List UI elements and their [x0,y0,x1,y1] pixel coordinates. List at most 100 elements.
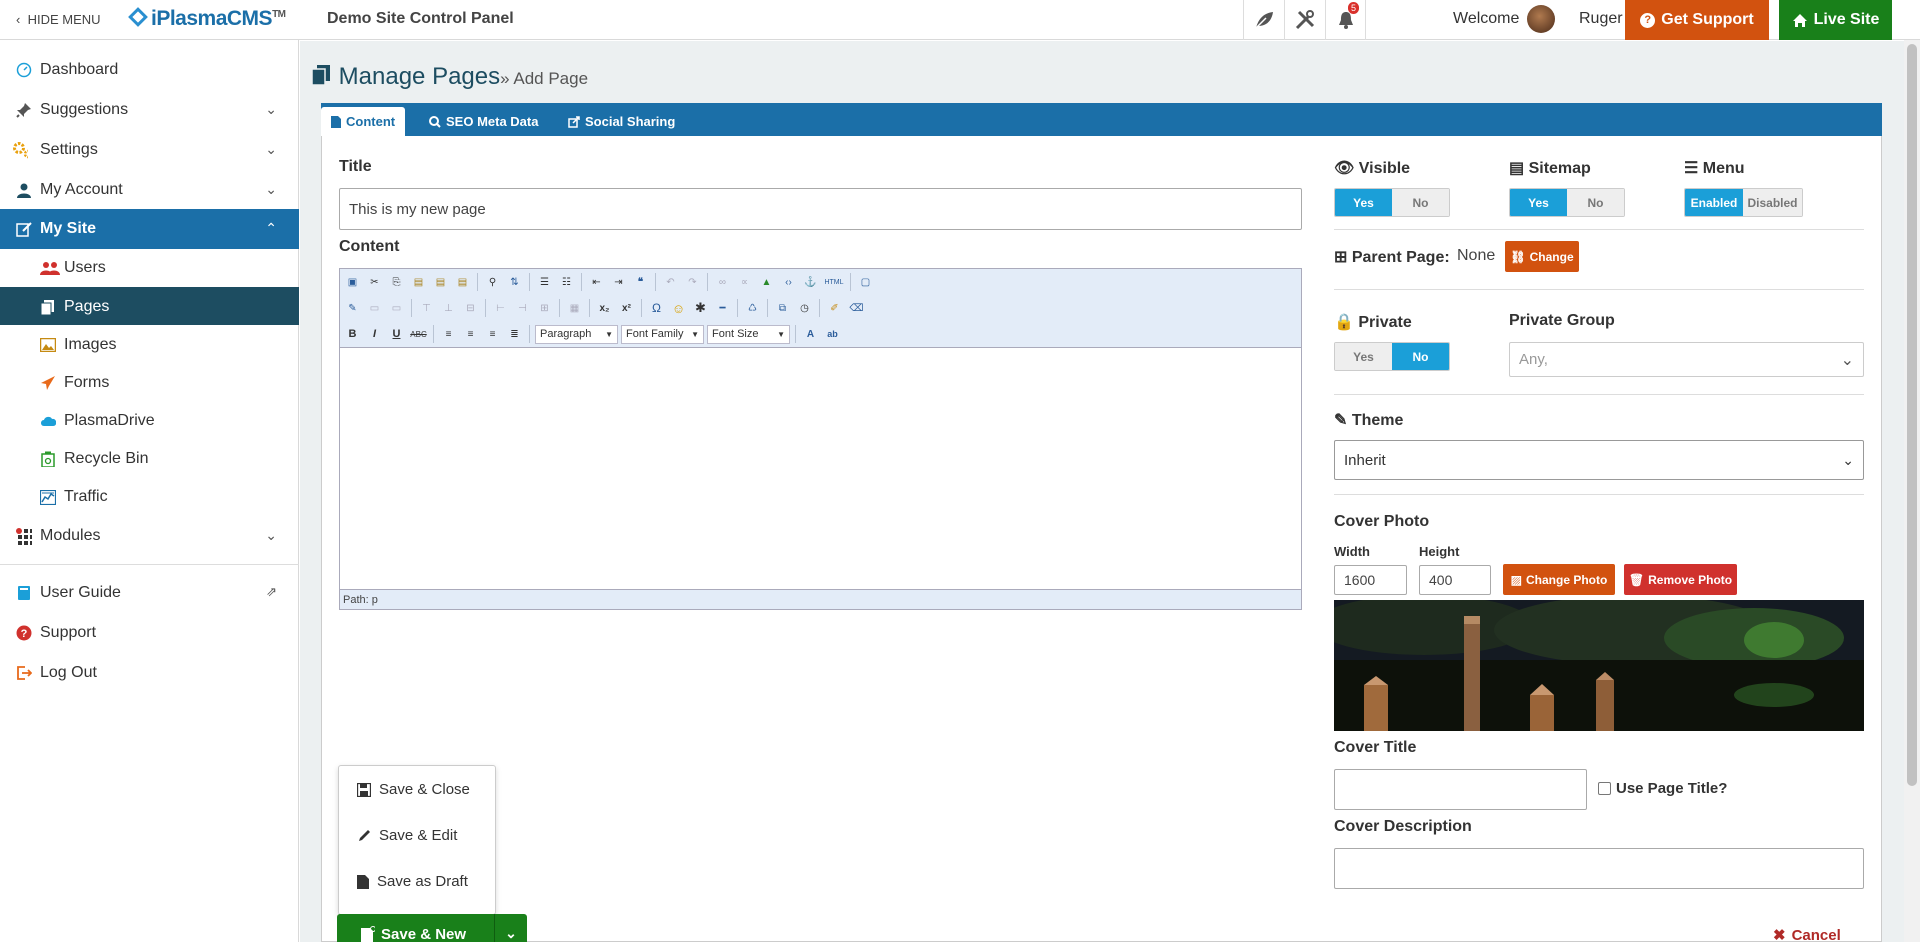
text-color-icon[interactable]: A [801,325,820,344]
theme-select[interactable]: Inherit ⌄ [1334,440,1864,480]
sidebar-item-support[interactable]: ? Support [0,613,299,653]
change-parent-button[interactable]: ⛓ Change [1505,241,1579,272]
copy-icon[interactable]: ⎘ [387,273,406,292]
remove-photo-button[interactable]: 🗑 Remove Photo [1624,564,1737,595]
subscript-icon[interactable]: x₂ [595,299,614,318]
save-close-item[interactable]: Save & Close [357,781,470,798]
font-family-select[interactable]: Font Family ▼ [621,324,704,344]
paragraph-select[interactable]: Paragraph ▼ [535,324,618,344]
save-new-button[interactable]: Save & New [337,914,494,943]
tab-content[interactable]: Content [321,107,406,136]
replace-icon[interactable]: ⇅ [505,273,524,292]
sidebar-item-traffic[interactable]: Traffic [0,477,299,515]
cut-icon[interactable]: ✂ [365,273,384,292]
strikethrough-icon[interactable]: ABC [409,325,428,344]
code-icon[interactable]: ‹› [779,273,798,292]
sitemap-no-button[interactable]: No [1567,189,1624,216]
superscript-icon[interactable]: x² [617,299,636,318]
sidebar-item-images[interactable]: Images [0,325,299,363]
use-page-title-checkbox[interactable] [1598,782,1611,795]
private-group-select[interactable]: Any, ⌄ [1509,342,1864,377]
unlink-icon[interactable]: ∝ [735,273,754,292]
tools-button[interactable] [1284,0,1325,40]
emoticon-icon[interactable]: ☺ [669,299,688,318]
find-icon[interactable]: ⚲ [483,273,502,292]
sidebar-item-modules[interactable]: Modules ⌄ [0,516,299,556]
sidebar-item-users[interactable]: Users [0,248,299,286]
image-insert-icon[interactable]: ▲ [757,273,776,292]
sidebar-item-my-account[interactable]: My Account ⌄ [0,170,299,210]
outdent-icon[interactable]: ⇤ [587,273,606,292]
visible-no-button[interactable]: No [1392,189,1449,216]
private-yes-button[interactable]: Yes [1335,343,1392,370]
sidebar-item-plasmadrive[interactable]: PlasmaDrive [0,401,299,439]
cancel-button[interactable]: ✖ Cancel [1773,926,1841,944]
background-color-icon[interactable]: ab [823,325,842,344]
sidebar-item-user-guide[interactable]: User Guide ⇗ [0,573,299,613]
align-left-icon[interactable]: ≡ [439,325,458,344]
bold-icon[interactable]: B [343,325,362,344]
html-icon[interactable]: HTML [823,273,845,292]
special-char-icon[interactable]: Ω [647,299,666,318]
live-site-button[interactable]: Live Site [1779,0,1892,40]
fullscreen-icon[interactable]: ▢ [856,273,875,292]
col-before-icon[interactable]: ⊢ [491,299,510,318]
sidebar-item-settings[interactable]: Settings ⌄ [0,130,299,170]
scrollbar-thumb[interactable] [1907,44,1917,786]
cleanup-icon[interactable]: ♺ [743,299,762,318]
undo-icon[interactable]: ↶ [661,273,680,292]
horizontal-rule-icon[interactable]: ━ [713,299,732,318]
delete-col-icon[interactable]: ⊞ [535,299,554,318]
logo[interactable]: iPlasmaCMSTM [128,7,286,31]
edit-source-icon[interactable]: ✎ [343,299,362,318]
notifications-button[interactable]: 5 [1325,0,1366,40]
leaf-button[interactable] [1243,0,1284,40]
italic-icon[interactable]: I [365,325,384,344]
col-after-icon[interactable]: ⊣ [513,299,532,318]
cover-title-input[interactable] [1334,769,1587,810]
table-row-icon[interactable]: ▭ [365,299,384,318]
align-right-icon[interactable]: ≡ [483,325,502,344]
anchor-icon[interactable]: ⚓ [801,273,820,292]
redo-icon[interactable]: ↷ [683,273,702,292]
change-photo-button[interactable]: ▨ Change Photo [1503,564,1615,595]
menu-disabled-button[interactable]: Disabled [1743,189,1802,216]
menu-enabled-button[interactable]: Enabled [1685,189,1744,216]
save-edit-item[interactable]: Save & Edit [357,827,457,844]
time-icon[interactable]: ◷ [795,299,814,318]
cover-description-input[interactable] [1334,848,1864,889]
sidebar-item-forms[interactable]: Forms [0,363,299,401]
height-input[interactable]: 400 [1419,565,1491,595]
font-size-select[interactable]: Font Size ▼ [707,324,790,344]
visible-yes-button[interactable]: Yes [1335,189,1392,216]
sidebar-item-log-out[interactable]: Log Out [0,653,299,693]
sidebar-item-recycle-bin[interactable]: Recycle Bin [0,439,299,477]
tab-seo-meta-data[interactable]: SEO Meta Data [419,107,548,136]
row-before-icon[interactable]: ⊤ [417,299,436,318]
hide-menu-button[interactable]: ‹ HIDE MENU [16,12,101,27]
sidebar-item-pages[interactable]: Pages [0,287,299,325]
save-options-toggle[interactable]: ⌄ [494,914,527,942]
numbered-list-icon[interactable]: ☷ [557,273,576,292]
blockquote-icon[interactable]: ❝ [631,273,650,292]
merge-cells-icon[interactable]: ▦ [565,299,584,318]
row-after-icon[interactable]: ⊥ [439,299,458,318]
sitemap-yes-button[interactable]: Yes [1510,189,1567,216]
media-icon[interactable]: ✱ [691,299,710,318]
title-input[interactable]: This is my new page [339,188,1302,230]
user-name[interactable]: Ruger [1579,10,1623,28]
remove-format-icon[interactable]: ✐ [825,299,844,318]
link-icon[interactable]: ∞ [713,273,732,292]
sidebar-item-my-site[interactable]: My Site ⌃ [0,209,299,249]
sidebar-item-dashboard[interactable]: Dashboard [0,50,299,90]
align-center-icon[interactable]: ≡ [461,325,480,344]
template-icon[interactable]: ⧉ [773,299,792,318]
sidebar-item-suggestions[interactable]: Suggestions ⌄ [0,90,299,130]
get-support-button[interactable]: ? Get Support [1625,0,1769,40]
tab-social-sharing[interactable]: Social Sharing [558,107,685,136]
delete-row-icon[interactable]: ⊟ [461,299,480,318]
table-col-icon[interactable]: ▭ [387,299,406,318]
save-draft-item[interactable]: Save as Draft [357,873,468,890]
eraser-icon[interactable]: ⌫ [847,299,866,318]
avatar[interactable] [1527,5,1555,33]
